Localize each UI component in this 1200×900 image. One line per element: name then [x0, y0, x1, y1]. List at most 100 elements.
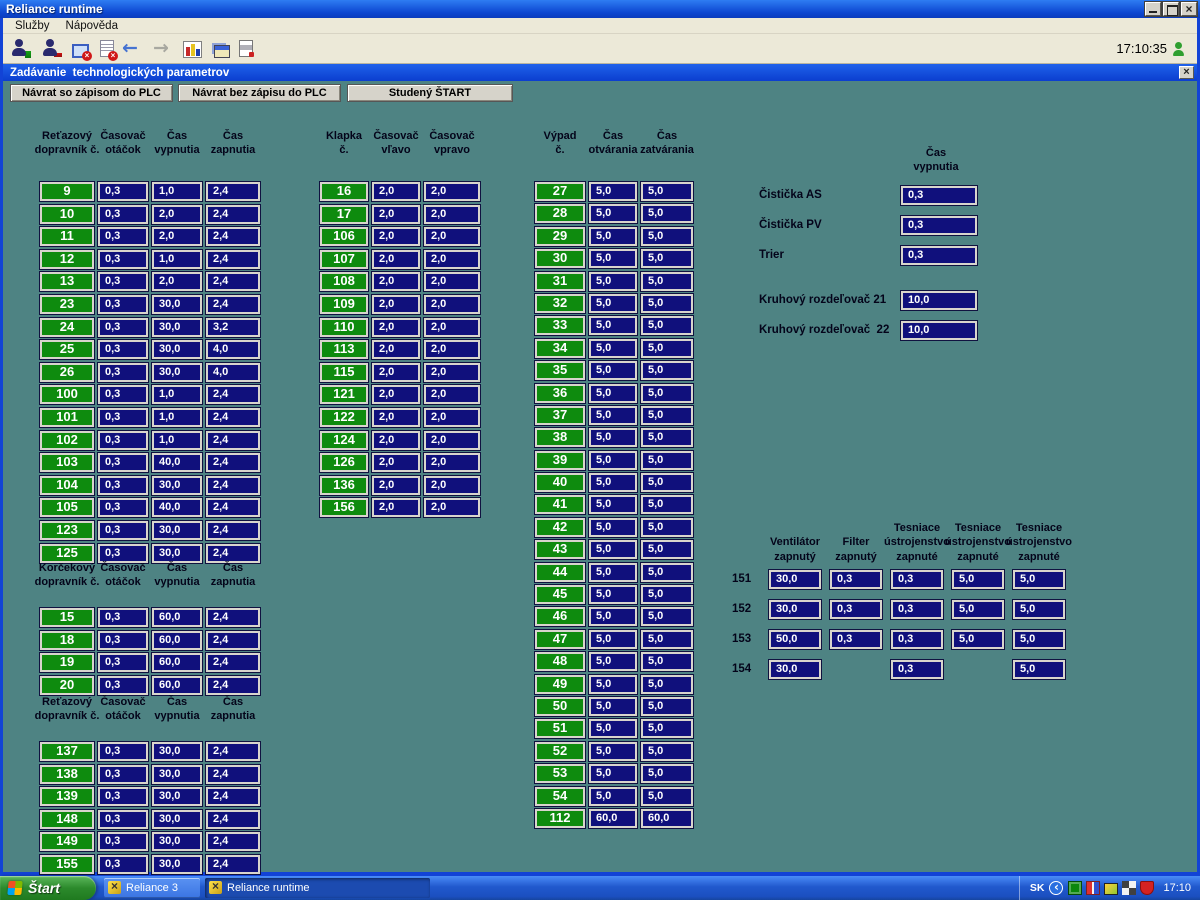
value-field[interactable]: 0,3 — [891, 630, 943, 649]
value-field[interactable]: 2,4 — [206, 765, 260, 784]
value-field[interactable]: 5,0 — [641, 742, 693, 761]
value-field[interactable]: 0,3 — [98, 544, 148, 563]
value-field[interactable]: 2,0 — [424, 431, 480, 450]
value-field[interactable]: 2,4 — [206, 431, 260, 450]
value-field[interactable]: 60,0 — [152, 653, 202, 672]
value-field[interactable]: 5,0 — [641, 272, 693, 291]
value-field[interactable]: 0,3 — [98, 787, 148, 806]
value-field[interactable]: 0,3 — [901, 246, 977, 265]
value-field[interactable]: 0,3 — [98, 318, 148, 337]
value-field[interactable]: 60,0 — [641, 809, 693, 828]
value-field[interactable]: 1,0 — [152, 431, 202, 450]
value-field[interactable]: 2,0 — [424, 385, 480, 404]
value-field[interactable]: 30,0 — [152, 544, 202, 563]
value-field[interactable]: 60,0 — [152, 608, 202, 627]
value-field[interactable]: 0,3 — [98, 855, 148, 874]
value-field[interactable]: 0,3 — [98, 498, 148, 517]
value-field[interactable]: 5,0 — [641, 182, 693, 201]
value-field[interactable]: 0,3 — [891, 600, 943, 619]
value-field[interactable]: 2,4 — [206, 476, 260, 495]
value-field[interactable]: 2,0 — [152, 205, 202, 224]
value-field[interactable]: 5,0 — [589, 675, 637, 694]
value-field[interactable]: 0,3 — [98, 340, 148, 359]
value-field[interactable]: 2,4 — [206, 272, 260, 291]
cold-start-button[interactable]: Studený ŠTART — [347, 84, 513, 102]
value-field[interactable]: 5,0 — [641, 249, 693, 268]
value-field[interactable]: 2,0 — [372, 340, 420, 359]
value-field[interactable]: 5,0 — [641, 204, 693, 223]
value-field[interactable]: 5,0 — [589, 182, 637, 201]
value-field[interactable]: 5,0 — [641, 764, 693, 783]
value-field[interactable]: 0,3 — [891, 570, 943, 589]
value-field[interactable]: 0,3 — [98, 832, 148, 851]
value-field[interactable]: 2,0 — [372, 205, 420, 224]
value-field[interactable]: 30,0 — [152, 855, 202, 874]
return-with-write-button[interactable]: Návrat so zápisom do PLC — [10, 84, 173, 102]
value-field[interactable]: 2,0 — [424, 272, 480, 291]
value-field[interactable]: 5,0 — [589, 787, 637, 806]
value-field[interactable]: 0,3 — [98, 272, 148, 291]
value-field[interactable]: 2,4 — [206, 742, 260, 761]
tray-shield-icon[interactable] — [1140, 881, 1154, 895]
value-field[interactable]: 5,0 — [589, 764, 637, 783]
value-field[interactable]: 60,0 — [152, 631, 202, 650]
value-field[interactable]: 2,0 — [424, 453, 480, 472]
value-field[interactable]: 2,0 — [424, 295, 480, 314]
value-field[interactable]: 5,0 — [589, 473, 637, 492]
value-field[interactable]: 60,0 — [589, 809, 637, 828]
panel-close-icon[interactable] — [1179, 66, 1194, 79]
value-field[interactable]: 5,0 — [641, 697, 693, 716]
value-field[interactable]: 5,0 — [1013, 630, 1065, 649]
value-field[interactable]: 5,0 — [589, 630, 637, 649]
value-field[interactable]: 2,0 — [424, 205, 480, 224]
value-field[interactable]: 30,0 — [769, 570, 821, 589]
tray-checker-icon[interactable] — [1122, 881, 1136, 895]
value-field[interactable]: 30,0 — [152, 521, 202, 540]
value-field[interactable]: 50,0 — [769, 630, 821, 649]
value-field[interactable]: 5,0 — [589, 339, 637, 358]
value-field[interactable]: 5,0 — [641, 719, 693, 738]
value-field[interactable]: 2,4 — [206, 453, 260, 472]
value-field[interactable]: 2,0 — [372, 431, 420, 450]
value-field[interactable]: 2,4 — [206, 408, 260, 427]
value-field[interactable]: 30,0 — [152, 340, 202, 359]
value-field[interactable]: 5,0 — [589, 719, 637, 738]
value-field[interactable]: 5,0 — [589, 518, 637, 537]
tray-chip-icon[interactable] — [1068, 881, 1082, 895]
value-field[interactable]: 2,0 — [372, 453, 420, 472]
value-field[interactable]: 0,3 — [98, 363, 148, 382]
value-field[interactable]: 5,0 — [589, 361, 637, 380]
value-field[interactable]: 40,0 — [152, 453, 202, 472]
value-field[interactable]: 0,3 — [98, 205, 148, 224]
value-field[interactable]: 5,0 — [589, 272, 637, 291]
value-field[interactable]: 0,3 — [830, 630, 882, 649]
value-field[interactable]: 30,0 — [152, 810, 202, 829]
value-field[interactable]: 0,3 — [98, 431, 148, 450]
value-field[interactable]: 2,0 — [372, 182, 420, 201]
value-field[interactable]: 0,3 — [98, 182, 148, 201]
return-without-write-button[interactable]: Návrat bez zápisu do PLC — [178, 84, 341, 102]
value-field[interactable]: 2,0 — [372, 498, 420, 517]
value-field[interactable]: 0,3 — [98, 608, 148, 627]
value-field[interactable]: 0,3 — [891, 660, 943, 679]
forward-icon[interactable] — [152, 39, 174, 59]
value-field[interactable]: 5,0 — [589, 585, 637, 604]
value-field[interactable]: 5,0 — [1013, 570, 1065, 589]
value-field[interactable]: 2,0 — [372, 363, 420, 382]
value-field[interactable]: 2,0 — [372, 408, 420, 427]
value-field[interactable]: 0,3 — [98, 676, 148, 695]
value-field[interactable]: 5,0 — [641, 607, 693, 626]
value-field[interactable]: 0,3 — [830, 600, 882, 619]
value-field[interactable]: 30,0 — [152, 765, 202, 784]
value-field[interactable]: 1,0 — [152, 408, 202, 427]
user-logout-icon[interactable] — [41, 39, 63, 59]
value-field[interactable]: 60,0 — [152, 676, 202, 695]
value-field[interactable]: 5,0 — [589, 495, 637, 514]
window-close-icon[interactable] — [72, 44, 89, 58]
value-field[interactable]: 2,0 — [152, 227, 202, 246]
back-icon[interactable] — [121, 39, 143, 59]
value-field[interactable]: 2,4 — [206, 182, 260, 201]
value-field[interactable]: 30,0 — [152, 742, 202, 761]
value-field[interactable]: 5,0 — [589, 697, 637, 716]
value-field[interactable]: 5,0 — [952, 600, 1004, 619]
